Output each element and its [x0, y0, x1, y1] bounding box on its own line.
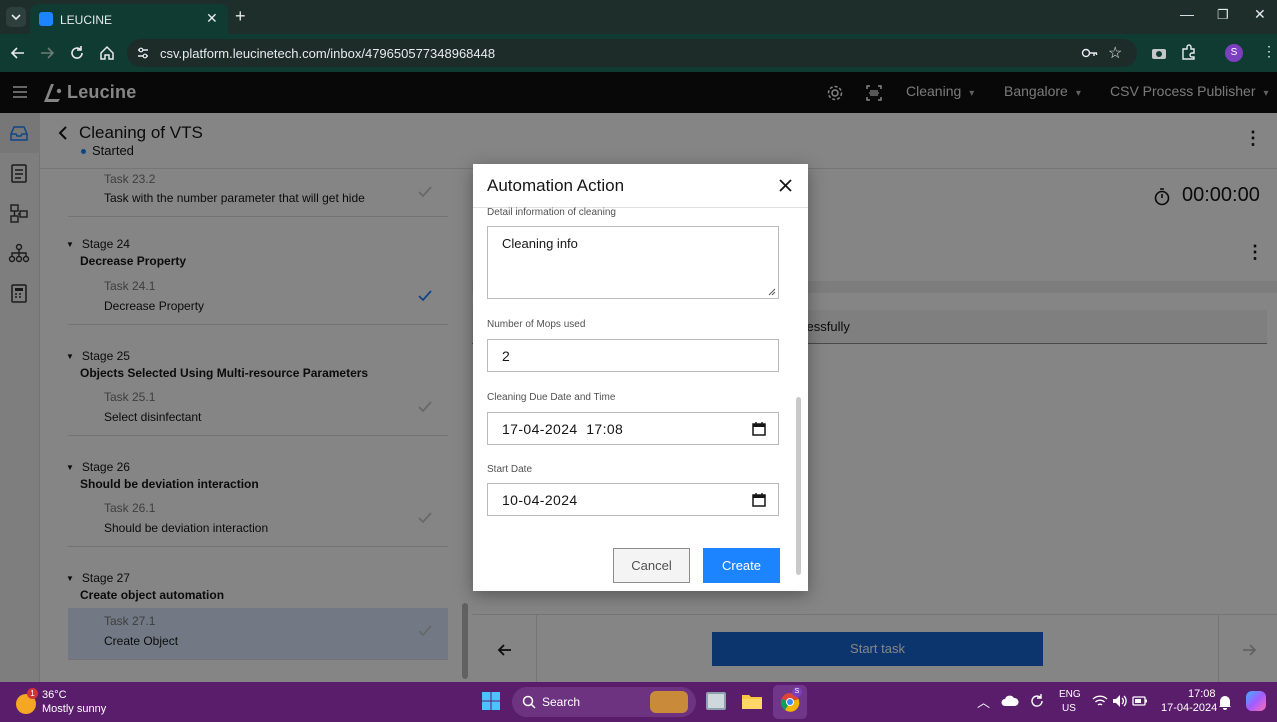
- detail-field-label: Detail information of cleaning: [487, 207, 616, 218]
- calendar-icon[interactable]: [752, 493, 766, 507]
- cancel-button[interactable]: Cancel: [613, 548, 690, 583]
- profile-avatar[interactable]: S: [1225, 44, 1243, 62]
- calendar-icon[interactable]: [752, 422, 766, 436]
- language-top[interactable]: ENG: [1059, 689, 1081, 700]
- back-arrow-icon[interactable]: [8, 43, 28, 63]
- mops-input-value: 2: [502, 348, 510, 364]
- browser-tab-bar: LEUCINE ✕ + — ❐ ✕: [0, 0, 1277, 34]
- modal-header: Automation Action: [473, 164, 808, 208]
- clock-date[interactable]: 17-04-2024: [1161, 702, 1217, 714]
- modal-title: Automation Action: [487, 176, 625, 195]
- address-bar[interactable]: csv.platform.leucinetech.com/inbox/47965…: [127, 39, 1137, 67]
- profile-initial: S: [1230, 47, 1238, 58]
- windows-taskbar: 1 36°C Mostly sunny Search S ︿ ENG US 17…: [0, 682, 1277, 722]
- chevron-down-icon: [11, 14, 21, 21]
- chrome-profile-badge: S: [792, 687, 802, 697]
- start-date-input[interactable]: 10-04-2024: [487, 483, 779, 516]
- taskbar-search-box[interactable]: Search: [512, 687, 696, 717]
- show-hidden-icons-chevron[interactable]: ︿: [977, 692, 990, 711]
- reload-icon[interactable]: [67, 43, 87, 63]
- search-placeholder: Search: [542, 695, 581, 709]
- weather-temp: 36°C: [42, 689, 67, 701]
- modal-scrollbar[interactable]: [796, 397, 801, 575]
- weather-description: Mostly sunny: [42, 703, 107, 715]
- leucine-favicon: [39, 12, 53, 26]
- language-bottom[interactable]: US: [1062, 703, 1076, 714]
- tab-search-button[interactable]: [6, 7, 26, 27]
- url-text: csv.platform.leucinetech.com/inbox/47965…: [160, 46, 496, 61]
- weather-widget[interactable]: 1 36°C Mostly sunny: [14, 688, 124, 718]
- sync-icon[interactable]: [1029, 693, 1045, 709]
- site-info-icon[interactable]: [136, 46, 150, 60]
- automation-action-modal: Automation Action Detail information of …: [473, 164, 808, 591]
- search-highlight-image: [650, 691, 688, 713]
- resize-handle-icon[interactable]: [768, 288, 776, 296]
- copilot-icon[interactable]: [1246, 691, 1266, 711]
- wifi-icon[interactable]: [1092, 694, 1108, 708]
- task-view-icon[interactable]: [706, 692, 726, 710]
- due-datetime-input[interactable]: 17-04-2024 17:08: [487, 412, 779, 445]
- close-icon[interactable]: [779, 179, 792, 192]
- weather-badge-count: 1: [30, 689, 35, 698]
- mops-number-input[interactable]: 2: [487, 339, 779, 372]
- password-key-icon[interactable]: [1081, 45, 1099, 61]
- create-button-label: Create: [721, 558, 762, 573]
- home-icon[interactable]: [97, 43, 117, 63]
- file-explorer-icon[interactable]: [741, 692, 763, 710]
- browser-tab[interactable]: LEUCINE ✕: [30, 4, 228, 34]
- battery-icon[interactable]: [1132, 695, 1148, 707]
- start-date-value: 10-04-2024: [502, 492, 578, 508]
- minimize-window-icon[interactable]: —: [1180, 6, 1194, 22]
- mops-field-label: Number of Mops used: [487, 319, 586, 330]
- create-button[interactable]: Create: [703, 548, 780, 583]
- extensions-puzzle-icon[interactable]: [1180, 43, 1198, 61]
- start-date-field-label: Start Date: [487, 464, 533, 475]
- volume-icon[interactable]: [1112, 694, 1128, 708]
- due-datetime-value: 17-04-2024 17:08: [502, 421, 624, 437]
- due-date-field-label: Cleaning Due Date and Time: [487, 392, 616, 403]
- onedrive-cloud-icon[interactable]: [1001, 695, 1019, 707]
- chrome-profile-initial: S: [794, 688, 800, 695]
- forward-arrow-icon[interactable]: [37, 43, 57, 63]
- new-tab-button[interactable]: +: [235, 6, 246, 27]
- detail-textarea[interactable]: Cleaning info: [487, 226, 779, 299]
- camera-extension-icon[interactable]: [1150, 44, 1168, 62]
- weather-badge: 1: [27, 688, 38, 699]
- browser-menu-icon[interactable]: ⋮: [1262, 43, 1276, 60]
- bookmark-star-icon[interactable]: ☆: [1108, 43, 1122, 63]
- restore-window-icon[interactable]: ❐: [1217, 7, 1229, 23]
- clock-time[interactable]: 17:08: [1188, 688, 1216, 700]
- close-window-icon[interactable]: ✕: [1254, 6, 1266, 23]
- cancel-button-label: Cancel: [631, 558, 672, 573]
- close-tab-icon[interactable]: ✕: [206, 10, 218, 27]
- detail-textarea-value: Cleaning info: [502, 236, 578, 251]
- browser-toolbar: csv.platform.leucinetech.com/inbox/47965…: [0, 34, 1277, 72]
- notification-bell-icon[interactable]: [1218, 694, 1232, 710]
- tab-title: LEUCINE: [60, 13, 113, 27]
- windows-start-icon[interactable]: [481, 691, 501, 711]
- search-icon: [522, 695, 536, 709]
